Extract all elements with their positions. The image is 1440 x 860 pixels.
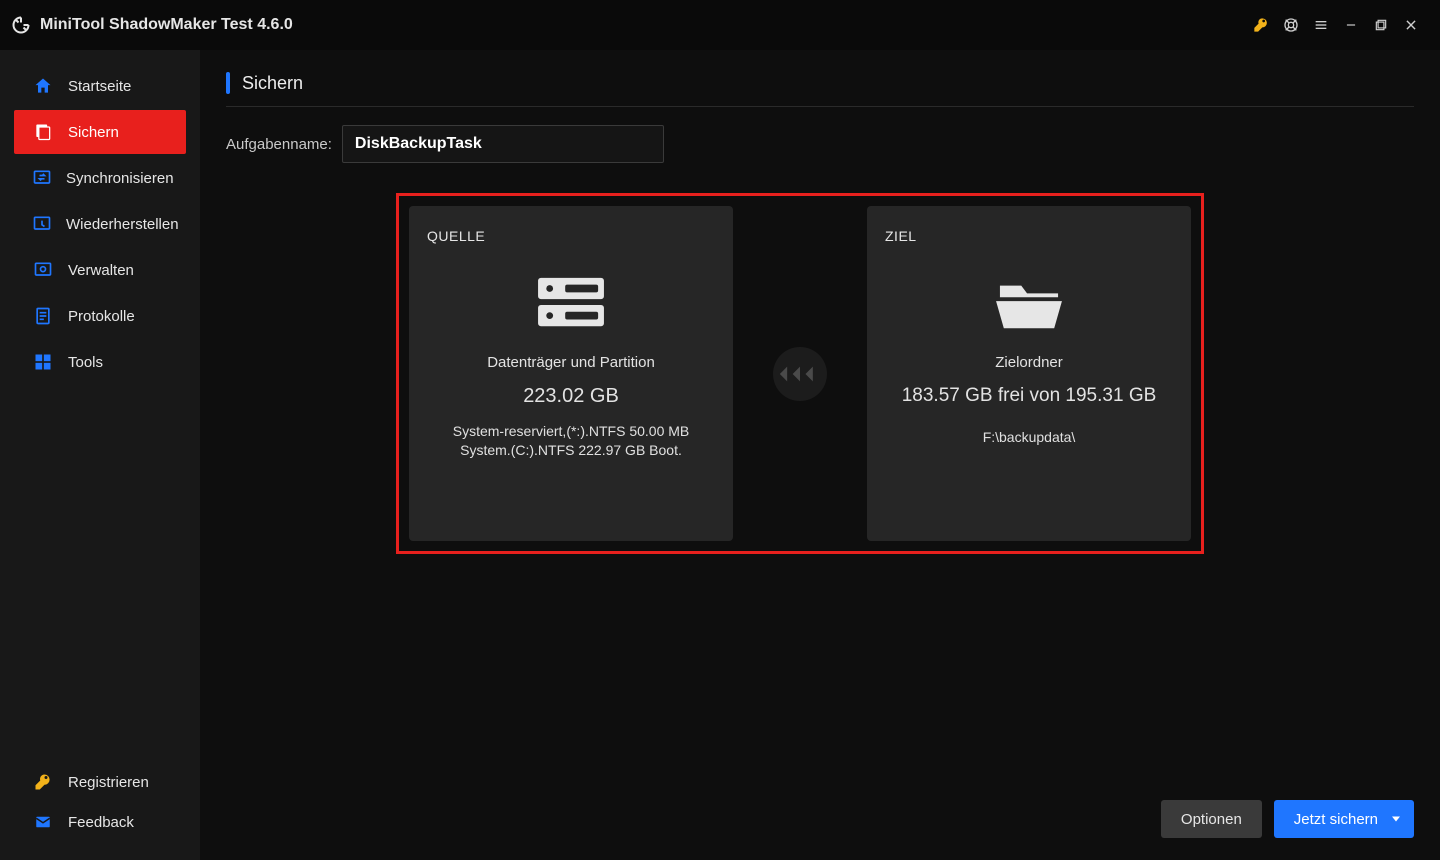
key-icon — [32, 771, 54, 793]
source-type: Datenträger und Partition — [487, 354, 655, 371]
target-heading: ZIEL — [885, 228, 917, 244]
tools-icon — [32, 351, 54, 373]
maximize-button[interactable] — [1366, 10, 1396, 40]
sidebar-item-label: Verwalten — [68, 262, 134, 279]
minimize-button[interactable] — [1336, 10, 1366, 40]
sync-icon — [32, 167, 52, 189]
sidebar-item-label: Feedback — [68, 814, 134, 831]
sidebar-item-manage[interactable]: Verwalten — [14, 248, 186, 292]
app-logo-icon — [10, 14, 32, 36]
source-heading: QUELLE — [427, 228, 485, 244]
sidebar-item-label: Wiederherstellen — [66, 216, 179, 233]
sidebar-item-label: Registrieren — [68, 774, 149, 791]
sidebar-item-feedback[interactable]: Feedback — [14, 802, 186, 842]
page-header: Sichern — [226, 72, 1414, 107]
target-path: F:\backupdata\ — [983, 429, 1076, 445]
sidebar-item-sync[interactable]: Synchronisieren — [14, 156, 186, 200]
lifebuoy-icon[interactable] — [1276, 10, 1306, 40]
sidebar-item-sichern[interactable]: Sichern — [14, 110, 186, 154]
page-title: Sichern — [242, 73, 303, 94]
backup-icon — [32, 121, 54, 143]
sidebar-item-startseite[interactable]: Startseite — [14, 64, 186, 108]
sidebar-item-restore[interactable]: Wiederherstellen — [14, 202, 186, 246]
source-target-frame: QUELLE Datenträger und Partition 223.02 … — [396, 193, 1204, 554]
source-card[interactable]: QUELLE Datenträger und Partition 223.02 … — [409, 206, 733, 541]
sidebar-item-label: Protokolle — [68, 308, 135, 325]
target-type: Zielordner — [995, 354, 1063, 371]
target-card[interactable]: ZIEL Zielordner 183.57 GB frei von 195.3… — [867, 206, 1191, 541]
source-size: 223.02 GB — [523, 385, 619, 408]
sidebar: Startseite Sichern Synchronisieren Wiede… — [0, 50, 200, 860]
footer-actions: Optionen Jetzt sichern — [1161, 800, 1414, 838]
sidebar-item-label: Sichern — [68, 124, 119, 141]
main-content: Sichern Aufgabenname: QUELLE — [200, 50, 1440, 860]
sidebar-item-register[interactable]: Registrieren — [14, 762, 186, 802]
disk-icon — [531, 268, 611, 338]
sidebar-item-label: Tools — [68, 354, 103, 371]
options-button[interactable]: Optionen — [1161, 800, 1262, 838]
folder-open-icon — [989, 268, 1069, 338]
sidebar-item-tools[interactable]: Tools — [14, 340, 186, 384]
target-size: 183.57 GB frei von 195.31 GB — [902, 385, 1157, 407]
manage-icon — [32, 259, 54, 281]
mail-icon — [32, 811, 54, 833]
license-key-icon[interactable] — [1246, 10, 1276, 40]
menu-icon[interactable] — [1306, 10, 1336, 40]
restore-icon — [32, 213, 52, 235]
close-button[interactable] — [1396, 10, 1426, 40]
task-name-row: Aufgabenname: — [226, 125, 1414, 163]
home-icon — [32, 75, 54, 97]
arrow-separator — [773, 347, 827, 401]
sidebar-item-label: Startseite — [68, 78, 131, 95]
task-name-label: Aufgabenname: — [226, 136, 332, 153]
backup-now-button[interactable]: Jetzt sichern — [1274, 800, 1414, 838]
source-detail: System-reserviert,(*:).NTFS 50.00 MB Sys… — [427, 422, 715, 460]
sidebar-item-logs[interactable]: Protokolle — [14, 294, 186, 338]
titlebar: MiniTool ShadowMaker Test 4.6.0 — [0, 0, 1440, 50]
sidebar-item-label: Synchronisieren — [66, 170, 174, 187]
app-title: MiniTool ShadowMaker Test 4.6.0 — [40, 16, 293, 34]
task-name-input[interactable] — [342, 125, 664, 163]
page-header-accent — [226, 72, 230, 94]
logs-icon — [32, 305, 54, 327]
